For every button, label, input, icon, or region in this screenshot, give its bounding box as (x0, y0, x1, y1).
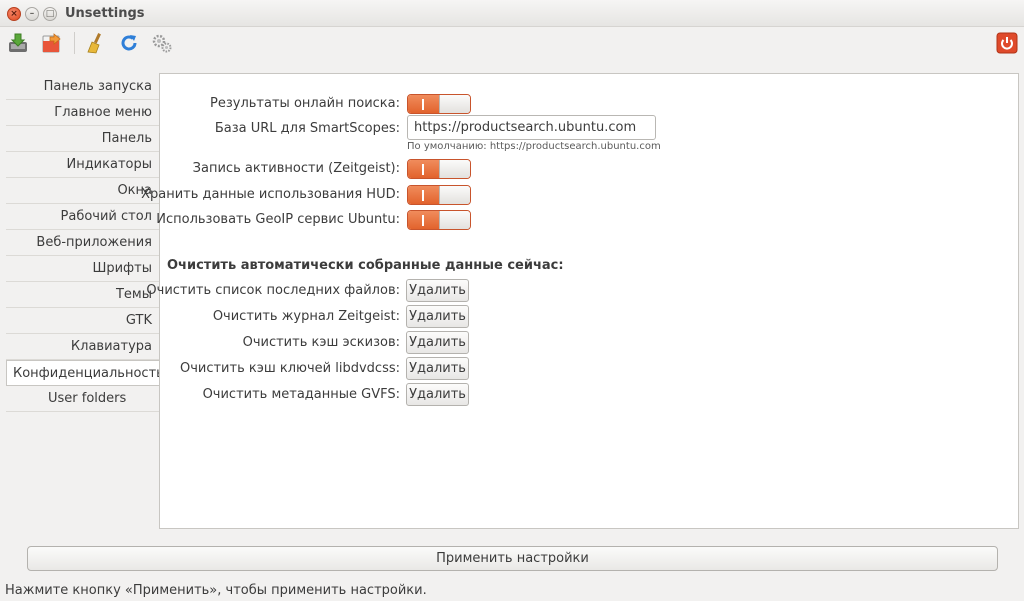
sidebar-item-label: User folders (48, 391, 127, 406)
toggle-knob (438, 95, 470, 113)
geoip-label: Использовать GeoIP сервис Ubuntu: (156, 212, 400, 227)
export-button[interactable] (39, 31, 63, 55)
smartscopes-default-hint: По умолчанию: https://productsearch.ubun… (407, 141, 661, 152)
sidebar-item-label: Веб-приложения (36, 235, 152, 250)
maximize-icon: □ (45, 8, 55, 19)
clear-thumbnails-label: Очистить кэш эскизов: (242, 335, 400, 350)
close-icon: × (10, 8, 18, 19)
clear-recent-files-button[interactable]: Удалить (406, 279, 469, 302)
status-message: Нажмите кнопку «Применить», чтобы примен… (5, 583, 427, 598)
geoip-toggle[interactable] (407, 210, 471, 230)
online-search-label: Результаты онлайн поиска: (210, 96, 400, 111)
zeitgeist-label: Запись активности (Zeitgeist): (192, 161, 400, 176)
toggle-on-indicator (408, 186, 439, 204)
online-search-toggle[interactable] (407, 94, 471, 114)
sidebar-item-label: Рабочий стол (60, 209, 152, 224)
toggle-knob (438, 160, 470, 178)
sidebar-item-privacy[interactable]: Конфиденциальность (6, 360, 164, 386)
sidebar-item-webapps[interactable]: Веб-приложения (6, 230, 159, 256)
close-window-button[interactable]: × (7, 7, 21, 21)
maximize-window-button[interactable]: □ (43, 7, 57, 21)
clear-data-section-title: Очистить автоматически собранные данные … (167, 258, 564, 273)
clear-libdvdcss-button[interactable]: Удалить (406, 357, 469, 380)
clear-gvfs-label: Очистить метаданные GVFS: (202, 387, 400, 402)
sidebar-item-fonts[interactable]: Шрифты (6, 256, 159, 282)
hud-label: Хранить данные использования HUD: (141, 187, 400, 202)
toggle-on-indicator (408, 160, 439, 178)
toggle-on-indicator (408, 95, 439, 113)
smartscopes-label: База URL для SmartScopes: (214, 121, 400, 136)
export-icon (42, 33, 61, 53)
sidebar-item-user-folders[interactable]: User folders (6, 386, 159, 412)
minimize-icon: – (29, 8, 35, 19)
refresh-icon (121, 35, 137, 51)
sidebar-item-indicators[interactable]: Индикаторы (6, 152, 159, 178)
broom-icon (87, 33, 101, 54)
settings-button[interactable] (150, 31, 174, 55)
sidebar-item-label: Шрифты (92, 261, 152, 276)
toolbar (0, 27, 1024, 61)
gears-icon (152, 34, 172, 53)
sidebar-item-desktop[interactable]: Рабочий стол (6, 204, 159, 230)
sidebar: Панель запуска Главное меню Панель Индик… (6, 74, 164, 412)
toggle-on-indicator (408, 211, 439, 229)
sidebar-item-launcher[interactable]: Панель запуска (6, 74, 159, 100)
sidebar-item-label: Панель (101, 131, 152, 146)
refresh-button[interactable] (117, 31, 141, 55)
clear-zeitgeist-label: Очистить журнал Zeitgeist: (212, 309, 400, 324)
sidebar-item-windows[interactable]: Окна (6, 178, 159, 204)
import-icon (9, 33, 27, 52)
apply-settings-button[interactable]: Применить настройки (27, 546, 998, 571)
hud-toggle[interactable] (407, 185, 471, 205)
window-title: Unsettings (65, 6, 145, 21)
clean-button[interactable] (83, 31, 107, 55)
sidebar-item-keyboard[interactable]: Клавиатура (6, 334, 159, 360)
toggle-knob (438, 186, 470, 204)
sidebar-item-dash[interactable]: Главное меню (6, 100, 159, 126)
sidebar-item-label: Индикаторы (66, 157, 152, 172)
toolbar-separator (74, 32, 75, 54)
minimize-window-button[interactable]: – (25, 7, 39, 21)
sidebar-item-label: GTK (125, 313, 152, 328)
clear-gvfs-button[interactable]: Удалить (406, 383, 469, 406)
sidebar-item-gtk[interactable]: GTK (6, 308, 159, 334)
toggle-knob (438, 211, 470, 229)
sidebar-item-label: Главное меню (54, 105, 152, 120)
clear-recent-files-label: Очистить список последних файлов: (146, 283, 400, 298)
clear-libdvdcss-label: Очистить кэш ключей libdvdcss: (179, 361, 400, 376)
import-button[interactable] (6, 31, 30, 55)
sidebar-item-panel[interactable]: Панель (6, 126, 159, 152)
quit-button[interactable] (995, 31, 1019, 55)
smartscopes-url-input[interactable] (407, 115, 656, 140)
clear-thumbnails-button[interactable]: Удалить (406, 331, 469, 354)
title-bar: × – □ Unsettings (0, 0, 1024, 27)
sidebar-item-themes[interactable]: Темы (6, 282, 159, 308)
zeitgeist-toggle[interactable] (407, 159, 471, 179)
sidebar-item-label: Панель запуска (43, 79, 152, 94)
clear-zeitgeist-button[interactable]: Удалить (406, 305, 469, 328)
power-icon (996, 32, 1018, 54)
sidebar-item-label: Клавиатура (70, 339, 152, 354)
sidebar-item-label: Конфиденциальность (13, 365, 164, 381)
